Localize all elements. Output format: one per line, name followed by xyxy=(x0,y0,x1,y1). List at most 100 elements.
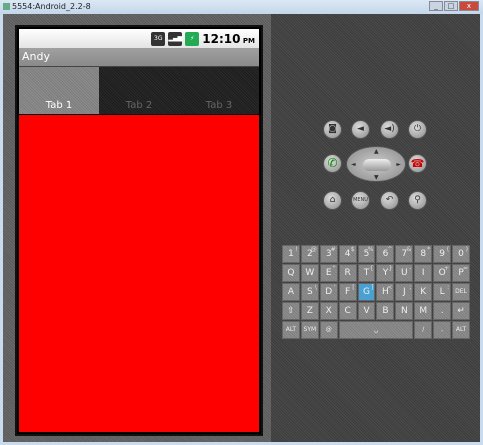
key-alt-label: & xyxy=(406,246,412,253)
dpad-center[interactable] xyxy=(363,159,391,171)
key-label: 4 xyxy=(344,249,351,259)
key-label: 0 xyxy=(458,249,464,259)
key-label: T xyxy=(363,268,370,278)
key-v[interactable]: V xyxy=(357,302,376,320)
key-d[interactable]: D ' xyxy=(319,283,338,301)
key-alt-label: @ xyxy=(310,246,317,253)
close-button[interactable]: x xyxy=(459,1,479,11)
key-label: ⇧ xyxy=(287,306,295,316)
key-1[interactable]: 1! xyxy=(282,245,300,263)
back-button[interactable]: ↶ xyxy=(380,191,399,210)
search-button[interactable]: ⚲ xyxy=(408,191,427,210)
key-m[interactable]: M xyxy=(414,302,433,320)
key-alt-label: % xyxy=(367,246,374,253)
key-2[interactable]: 2 @ xyxy=(300,245,319,263)
menu-button[interactable]: MENU xyxy=(351,191,370,210)
key-q[interactable]: Q xyxy=(282,264,300,282)
key-alt-label: = xyxy=(462,265,468,272)
key-slash[interactable]: / xyxy=(414,321,433,339)
key-l[interactable]: L: xyxy=(433,283,452,301)
key-space[interactable]: ␣ xyxy=(338,321,414,339)
key-alt-label: $ xyxy=(350,246,355,253)
app-icon xyxy=(3,3,10,10)
key-at[interactable]: @ xyxy=(319,321,338,339)
key-label: ↵ xyxy=(457,306,465,316)
key-alt-label: # xyxy=(330,246,336,253)
camera-button[interactable]: ◙ xyxy=(323,120,342,139)
key-alt-label: : xyxy=(447,284,450,291)
status-bar: 3G ▂▄▆ ⚡ 12:10 PM xyxy=(19,29,259,48)
key-sym[interactable]: SYM xyxy=(300,321,319,339)
key-label: V xyxy=(363,306,370,316)
key-label: . xyxy=(440,306,444,316)
key-alt-label: ) xyxy=(465,246,468,253)
key-n[interactable]: N xyxy=(395,302,414,320)
key-comma[interactable]: , xyxy=(433,321,452,339)
key-label: D xyxy=(325,287,333,297)
key-alt-label: ( xyxy=(446,246,450,253)
tab-1[interactable]: Tab 1 xyxy=(19,67,99,114)
key-k[interactable]: K xyxy=(414,283,433,301)
end-call-button[interactable]: ☎ xyxy=(408,154,427,173)
tab-2[interactable]: Tab 2 xyxy=(99,67,179,114)
key-label: X xyxy=(325,306,332,316)
key-alt-left[interactable]: ALT xyxy=(282,321,300,339)
home-button[interactable]: ⌂ xyxy=(323,191,342,210)
maximize-button[interactable]: □ xyxy=(444,1,458,11)
window-titlebar: 5554:Android_2.2-8 _ □ x xyxy=(0,0,483,14)
power-button[interactable]: ⏻ xyxy=(408,120,427,139)
key-label: Y xyxy=(382,268,389,278)
tab-content xyxy=(19,115,259,432)
key-p[interactable]: P = xyxy=(452,264,470,282)
key-z[interactable]: Z xyxy=(300,302,319,320)
key-alt-label: " xyxy=(332,265,336,272)
key-label: 9 xyxy=(439,249,445,259)
key-label: Z xyxy=(306,306,313,316)
key-label: 8 xyxy=(420,249,427,259)
key-label: L xyxy=(439,287,445,297)
key-x[interactable]: X xyxy=(319,302,338,320)
signal-icon: ▂▄▆ xyxy=(168,31,183,46)
clock: 12:10 PM xyxy=(202,31,255,46)
key-label: G xyxy=(363,287,371,297)
key-g[interactable]: G] xyxy=(357,283,376,301)
key-alt-right[interactable]: ALT xyxy=(452,321,470,339)
key-label: B xyxy=(382,306,389,316)
window-title: 5554:Android_2.2-8 xyxy=(12,2,91,11)
volume-up-button[interactable]: ◄) xyxy=(380,120,399,139)
key-alt-label: } xyxy=(388,265,393,272)
minimize-button[interactable]: _ xyxy=(429,1,443,11)
key-alt-label: * xyxy=(427,246,431,253)
tab-3[interactable]: Tab 3 xyxy=(179,67,259,114)
key-↵[interactable]: ↵ xyxy=(452,302,470,320)
key-.[interactable]: . xyxy=(433,302,452,320)
key-label: A xyxy=(287,287,295,297)
key-label: I xyxy=(421,268,425,278)
key-del[interactable]: DEL xyxy=(452,283,470,301)
key-4[interactable]: 4 $ xyxy=(338,245,357,263)
key-⇧[interactable]: ⇧ xyxy=(282,302,300,320)
key-h[interactable]: H < xyxy=(376,283,395,301)
key-label: C xyxy=(344,306,351,316)
key-8[interactable]: 8 * xyxy=(414,245,433,263)
call-button[interactable]: ✆ xyxy=(323,154,342,173)
key-i[interactable]: I xyxy=(414,264,433,282)
key-f[interactable]: F[ xyxy=(338,283,357,301)
network-3g-icon: 3G xyxy=(151,31,166,46)
dpad[interactable]: ▲ ▼ ◄ ► xyxy=(346,146,406,182)
key-label: DEL xyxy=(455,288,467,295)
key-alt-label: < xyxy=(387,284,393,291)
key-c[interactable]: C xyxy=(338,302,357,320)
key-alt-label: ] xyxy=(371,284,374,291)
key-a[interactable]: A xyxy=(282,283,300,301)
key-alt-label: - xyxy=(409,265,412,272)
key-s[interactable]: S \ xyxy=(300,283,319,301)
volume-down-button[interactable]: ◄ xyxy=(351,120,370,139)
key-alt-label: ' xyxy=(334,284,336,291)
key-b[interactable]: B xyxy=(376,302,395,320)
key-alt-label: \ xyxy=(314,284,317,291)
key-j[interactable]: J; xyxy=(395,283,414,301)
key-alt-label: { xyxy=(369,265,374,272)
key-alt-label: ^ xyxy=(387,246,393,253)
key-label: J xyxy=(403,287,406,297)
